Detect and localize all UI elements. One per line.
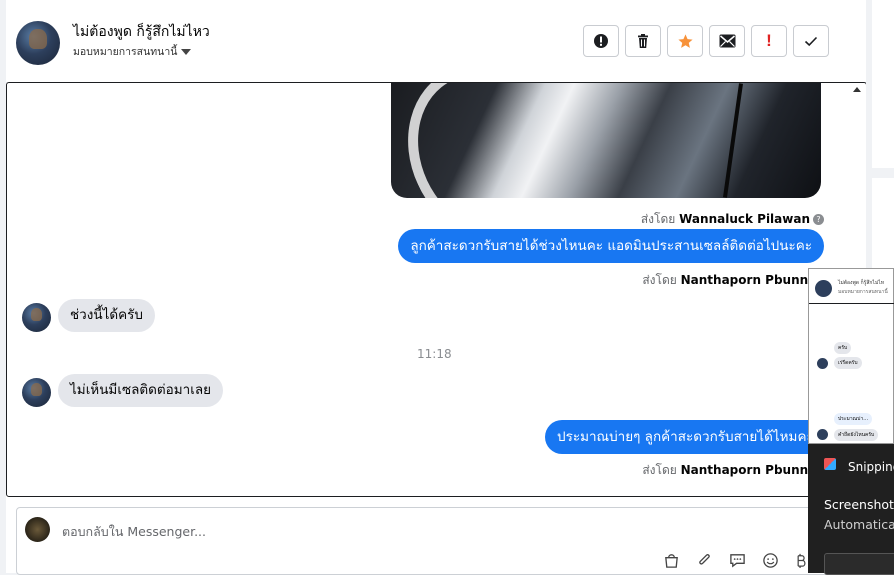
spam-icon [594, 34, 608, 48]
info-icon[interactable]: ? [813, 214, 824, 225]
check-icon [804, 36, 818, 47]
contact-avatar [815, 280, 832, 297]
incoming-message[interactable]: ช่วงนี้ได้ครับ [58, 299, 155, 332]
sender-name: Nanthaporn Pbunny [680, 463, 816, 477]
outgoing-message[interactable]: ประมาณบ่ายๆ ลูกค้าสะดวกรับสายได้ไหมคะ [545, 420, 826, 454]
payment-icon[interactable] [795, 552, 807, 569]
sent-by-prefix: ส่งโดย [642, 463, 677, 477]
snipping-notification[interactable]: ไม่ต้องพูด ก็รู้สึกไม่ไห มอบหมายการสนทนา… [808, 268, 894, 575]
conversation-actions: ! [583, 25, 829, 57]
assign-label: มอบหมายการสนทนานี้ [73, 46, 178, 58]
sender-name: Wannaluck Pilawan [679, 212, 810, 226]
message-timestamp: 11:18 [417, 347, 452, 361]
important-icon: ! [766, 31, 772, 50]
preview-bubble: ประมาณบ่า... [834, 413, 873, 425]
incoming-message[interactable]: ไม่เห็นมีเซลติดต่อมาเลย [58, 374, 224, 407]
photo-content [723, 83, 743, 198]
message-thread[interactable]: ส่งโดย Wannaluck Pilawan? ลูกค้าสะดวกรับ… [6, 82, 867, 497]
photo-content [391, 83, 593, 198]
caret-down-icon [181, 49, 192, 55]
sidebar-panel [872, 0, 894, 168]
notification-action-button[interactable] [824, 553, 894, 575]
mark-important-button[interactable]: ! [751, 25, 787, 57]
attached-photo[interactable] [391, 83, 821, 198]
outgoing-message[interactable]: ลูกค้าสะดวกรับสายได้ช่วงไหนคะ แอดมินประส… [398, 229, 824, 263]
contact-avatar[interactable] [22, 378, 51, 407]
conversation-header: ไม่ต้องพูด ก็รู้สึกไม่ไหว มอบหมายการสนทน… [6, 0, 866, 83]
mark-spam-button[interactable] [583, 25, 619, 57]
sent-by-label: ส่งโดย Nanthaporn Pbunny [642, 271, 816, 290]
notification-title: Screenshot [824, 497, 894, 512]
sent-by-prefix: ส่งโดย [642, 273, 677, 287]
reply-composer[interactable]: ตอบกลับใน Messenger... [16, 507, 858, 575]
contact-avatar [817, 429, 828, 440]
contact-name[interactable]: ไม่ต้องพูด ก็รู้สึกไม่ไหว [73, 21, 210, 43]
mark-done-button[interactable] [793, 25, 829, 57]
assign-conversation-dropdown[interactable]: มอบหมายการสนทนานี้ [73, 43, 192, 60]
sender-name: Nanthaporn Pbunny [680, 273, 816, 287]
shopping-bag-icon[interactable] [663, 552, 680, 569]
mark-unread-button[interactable] [709, 25, 745, 57]
mail-icon [719, 34, 735, 48]
notification-app-name: Snipping [848, 460, 894, 474]
saved-reply-icon[interactable] [729, 552, 746, 569]
preview-bubble: ครับ [834, 342, 852, 354]
screenshot-preview[interactable]: ไม่ต้องพูด ก็รู้สึกไม่ไห มอบหมายการสนทนา… [808, 268, 894, 444]
delete-button[interactable] [625, 25, 661, 57]
divider [809, 303, 894, 304]
sent-by-label: ส่งโดย Wannaluck Pilawan? [641, 210, 824, 229]
sent-by-label: ส่งโดย Nanthaporn Pbunny [642, 461, 816, 480]
emoji-icon[interactable] [762, 552, 779, 569]
composer-toolbar [663, 552, 807, 569]
preview-name: ไม่ต้องพูด ก็รู้สึกไม่ไห [838, 280, 885, 286]
sent-by-prefix: ส่งโดย [640, 212, 676, 226]
paperclip-icon[interactable] [696, 552, 713, 569]
star-button[interactable] [667, 25, 703, 57]
preview-bubble: คำถึดยังไหนครับ [834, 429, 879, 441]
reply-input-placeholder[interactable]: ตอบกลับใน Messenger... [62, 522, 206, 542]
trash-icon [638, 34, 648, 48]
snipping-tool-icon [824, 458, 836, 470]
notification-body: Automatica [824, 517, 894, 532]
page-avatar [25, 517, 50, 542]
scroll-up-arrow-icon[interactable] [853, 87, 861, 92]
preview-sub: มอบหมายการสนทนานี้ [838, 289, 888, 295]
preview-bubble: เร่รีดครับ [834, 357, 862, 369]
contact-avatar[interactable] [16, 21, 60, 65]
star-icon [677, 33, 693, 48]
contact-avatar [817, 358, 828, 369]
inbox-main: ไม่ต้องพูด ก็รู้สึกไม่ไหว มอบหมายการสนทน… [6, 0, 867, 575]
sidebar-panel [872, 178, 894, 268]
contact-avatar[interactable] [22, 303, 51, 332]
